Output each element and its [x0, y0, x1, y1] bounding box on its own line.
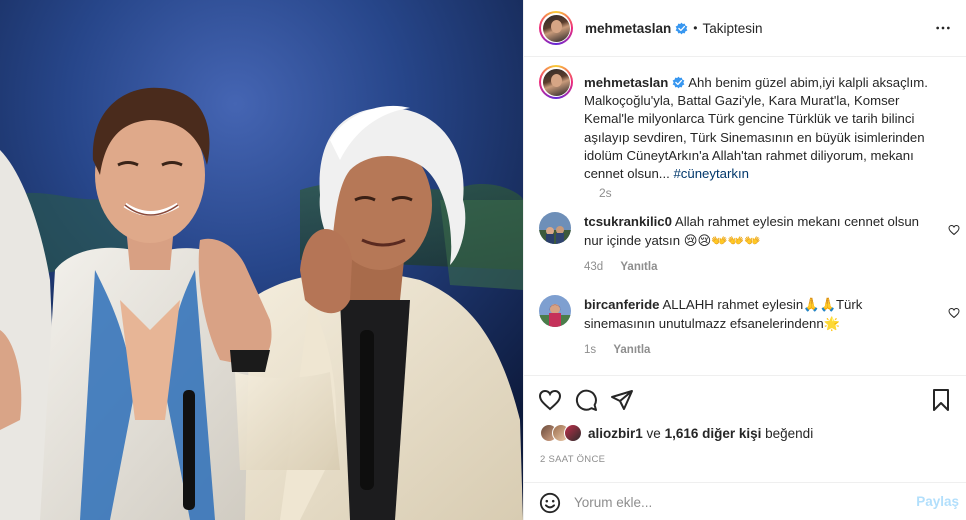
caption-author-avatar[interactable]: [539, 65, 573, 99]
comment-like-heart-icon[interactable]: [948, 307, 960, 319]
author-username[interactable]: mehmetaslan: [585, 21, 671, 36]
comment-username[interactable]: bircanferide: [584, 297, 660, 312]
comment-text-block: bircanferide ALLAHH rahmet eylesin🙏🙏Türk…: [584, 296, 934, 333]
comment-meta: 43d Yanıtla: [584, 261, 657, 273]
likes-connector: ve: [646, 425, 661, 441]
likes-text: aliozbir1 ve 1,616 diğer kişi beğendi: [588, 426, 813, 441]
comment-username[interactable]: tcsukrankilic0: [584, 214, 672, 229]
post-header: mehmetaslan • Takiptesin: [524, 0, 966, 57]
commenter-avatar[interactable]: [539, 295, 571, 327]
likes-summary: aliozbir1 ve 1,616 diğer kişi beğendi: [540, 424, 813, 442]
verified-badge-icon: [675, 22, 688, 34]
follow-status-button[interactable]: Takiptesin: [703, 21, 763, 36]
comment-time: 1s: [584, 344, 597, 356]
caption-hashtag[interactable]: #cüneytarkın: [673, 166, 749, 181]
header-separator: •: [693, 21, 698, 35]
emoji-icon[interactable]: [539, 492, 561, 514]
heart-icon[interactable]: [538, 388, 562, 412]
author-avatar[interactable]: [539, 11, 573, 45]
post-side-panel: mehmetaslan • Takiptesin mehmetaslan Ahh…: [523, 0, 966, 520]
caption-text-block: mehmetaslan Ahh benim güzel abim,iyi kal…: [584, 74, 949, 183]
post-comment-button[interactable]: Paylaş: [916, 494, 959, 509]
caption-timestamp: 2s: [599, 186, 612, 200]
comment-text-block: tcsukrankilic0 Allah rahmet eylesin meka…: [584, 213, 934, 250]
bookmark-icon[interactable]: [929, 388, 953, 412]
comments-area[interactable]: mehmetaslan Ahh benim güzel abim,iyi kal…: [524, 57, 966, 375]
post-date: 2 SAAT ÖNCE: [540, 454, 606, 465]
share-icon[interactable]: [610, 388, 634, 412]
post-photo-illustration: [0, 0, 523, 520]
comment-like-heart-icon[interactable]: [948, 224, 960, 236]
reply-button[interactable]: Yanıtla: [613, 344, 650, 356]
reply-button[interactable]: Yanıtla: [620, 261, 657, 273]
liker-username[interactable]: aliozbir1: [588, 426, 643, 441]
add-comment-bar: Paylaş: [524, 482, 966, 520]
comment-meta: 1s Yanıtla: [584, 344, 650, 356]
add-comment-input[interactable]: [574, 489, 894, 515]
likes-count-link[interactable]: 1,616 diğer kişi: [665, 426, 762, 441]
liker-avatar[interactable]: [564, 424, 582, 442]
post-photo[interactable]: [0, 0, 523, 520]
caption-username[interactable]: mehmetaslan: [584, 75, 668, 90]
caption-body: Ahh benim güzel abim,iyi kalpli aksaçlım…: [584, 75, 928, 182]
instagram-post-view: mehmetaslan • Takiptesin mehmetaslan Ahh…: [0, 0, 966, 520]
likes-suffix: beğendi: [765, 425, 814, 441]
comment-icon[interactable]: [574, 388, 598, 412]
commenter-avatar[interactable]: [539, 212, 571, 244]
verified-badge-icon: [672, 76, 685, 89]
more-options-icon[interactable]: [935, 20, 951, 36]
comment-time: 43d: [584, 261, 604, 273]
post-actions: aliozbir1 ve 1,616 diğer kişi beğendi 2 …: [524, 375, 966, 475]
